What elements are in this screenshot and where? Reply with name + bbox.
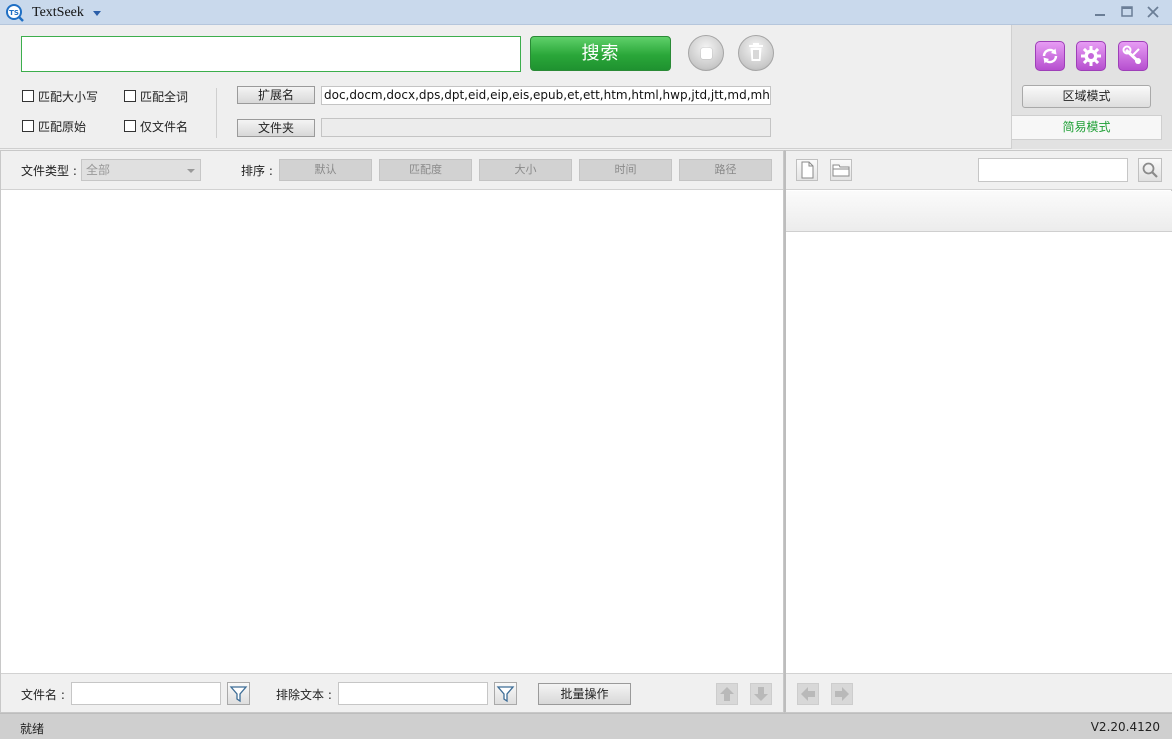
preview-bottom-bar <box>786 673 1172 712</box>
sort-default-button[interactable]: 默认 <box>279 159 372 181</box>
filename-filter-label: 文件名 : <box>21 688 65 702</box>
app-menu-caret-icon[interactable] <box>93 11 101 16</box>
search-input[interactable] <box>21 36 521 72</box>
match-whole-word-label: 匹配全词 <box>140 89 189 104</box>
preview-search-input[interactable] <box>978 158 1128 182</box>
folder-icon <box>832 164 850 177</box>
chevron-down-icon <box>187 169 195 173</box>
preview-panel <box>784 150 1172 713</box>
search-button[interactable]: 搜索 <box>530 36 671 71</box>
refresh-icon <box>1042 48 1058 64</box>
next-match-button[interactable] <box>831 683 853 705</box>
search-icon <box>1142 162 1158 178</box>
open-file-button[interactable] <box>796 159 818 181</box>
sort-path-button[interactable]: 路径 <box>679 159 772 181</box>
match-original-checkbox[interactable]: 匹配原始 <box>22 118 86 134</box>
match-case-checkbox[interactable]: 匹配大小写 <box>22 88 98 104</box>
mode-panel: 区域模式 简易模式 <box>1011 25 1172 149</box>
checkbox-box[interactable] <box>124 120 136 132</box>
filename-filter-button[interactable] <box>227 682 250 705</box>
arrow-up-icon <box>720 687 734 701</box>
settings-button[interactable] <box>1076 41 1106 71</box>
file-type-select[interactable]: 全部 <box>81 159 201 181</box>
folder-button[interactable]: 文件夹 <box>237 119 315 137</box>
funnel-icon <box>229 686 248 703</box>
region-mode-button[interactable]: 区域模式 <box>1022 85 1151 108</box>
filename-only-label: 仅文件名 <box>140 119 189 134</box>
exclude-filter-button[interactable] <box>494 682 517 705</box>
search-options-area: 搜索 匹配大小写 匹配全词 匹配原始 仅文件名 扩展名 doc,docm,doc… <box>0 25 1172 149</box>
gear-icon <box>1081 46 1101 66</box>
exclude-text-input[interactable] <box>338 682 488 705</box>
arrow-left-icon <box>801 687 815 701</box>
file-icon <box>801 161 814 179</box>
checkbox-box[interactable] <box>22 90 34 102</box>
match-original-label: 匹配原始 <box>38 119 87 134</box>
preview-search-button[interactable] <box>1138 158 1162 182</box>
tools-button[interactable] <box>1118 41 1148 71</box>
title-bar: TS TextSeek <box>0 0 1172 25</box>
move-up-button[interactable] <box>716 683 738 705</box>
tools-icon <box>1122 45 1142 65</box>
file-type-value: 全部 <box>86 163 111 177</box>
filename-filter-input[interactable] <box>71 682 221 705</box>
match-case-label: 匹配大小写 <box>38 89 99 104</box>
extensions-button[interactable]: 扩展名 <box>237 86 315 104</box>
app-logo-icon: TS <box>6 4 24 22</box>
sort-size-button[interactable]: 大小 <box>479 159 572 181</box>
preview-header <box>786 191 1172 232</box>
preview-toolbar <box>786 151 1172 190</box>
sort-relevance-button[interactable]: 匹配度 <box>379 159 472 181</box>
results-bottom-bar: 文件名 : 排除文本 : 批量操作 <box>1 673 783 712</box>
filename-only-checkbox[interactable]: 仅文件名 <box>124 118 188 134</box>
sort-time-button[interactable]: 时间 <box>579 159 672 181</box>
app-title: TextSeek <box>32 5 84 20</box>
checkbox-box[interactable] <box>124 90 136 102</box>
filter-bar: 文件类型 : 全部 排序 : 默认 匹配度 大小 时间 路径 <box>1 151 783 190</box>
status-text: 就绪 <box>20 722 45 736</box>
close-icon[interactable] <box>1144 4 1162 20</box>
stop-button[interactable] <box>688 35 724 71</box>
extensions-field[interactable]: doc,docm,docx,dps,dpt,eid,eip,eis,epub,e… <box>321 86 771 105</box>
svg-text:TS: TS <box>9 9 19 17</box>
trash-icon <box>749 43 763 61</box>
folder-field[interactable] <box>321 118 771 137</box>
funnel-icon <box>496 686 515 703</box>
results-panel: 文件类型 : 全部 排序 : 默认 匹配度 大小 时间 路径 文件名 : 排除文… <box>0 150 784 713</box>
results-list[interactable] <box>1 191 783 673</box>
maximize-icon[interactable] <box>1118 4 1136 20</box>
minimize-icon[interactable] <box>1091 4 1109 20</box>
stop-icon <box>701 48 712 59</box>
match-whole-word-checkbox[interactable]: 匹配全词 <box>124 88 188 104</box>
arrow-right-icon <box>835 687 849 701</box>
batch-operation-button[interactable]: 批量操作 <box>538 683 631 705</box>
divider <box>216 88 217 138</box>
checkbox-box[interactable] <box>22 120 34 132</box>
preview-content[interactable] <box>786 232 1172 673</box>
refresh-button[interactable] <box>1035 41 1065 71</box>
version-text: V2.20.4120 <box>1090 720 1160 734</box>
clear-button[interactable] <box>738 35 774 71</box>
sort-label: 排序 : <box>241 164 273 178</box>
simple-mode-tab[interactable]: 简易模式 <box>1012 115 1162 140</box>
move-down-button[interactable] <box>750 683 772 705</box>
status-bar: 就绪 V2.20.4120 <box>0 713 1172 739</box>
file-type-label: 文件类型 : <box>21 164 77 178</box>
previous-match-button[interactable] <box>797 683 819 705</box>
open-folder-button[interactable] <box>830 159 852 181</box>
exclude-text-label: 排除文本 : <box>276 688 332 702</box>
arrow-down-icon <box>754 687 768 701</box>
